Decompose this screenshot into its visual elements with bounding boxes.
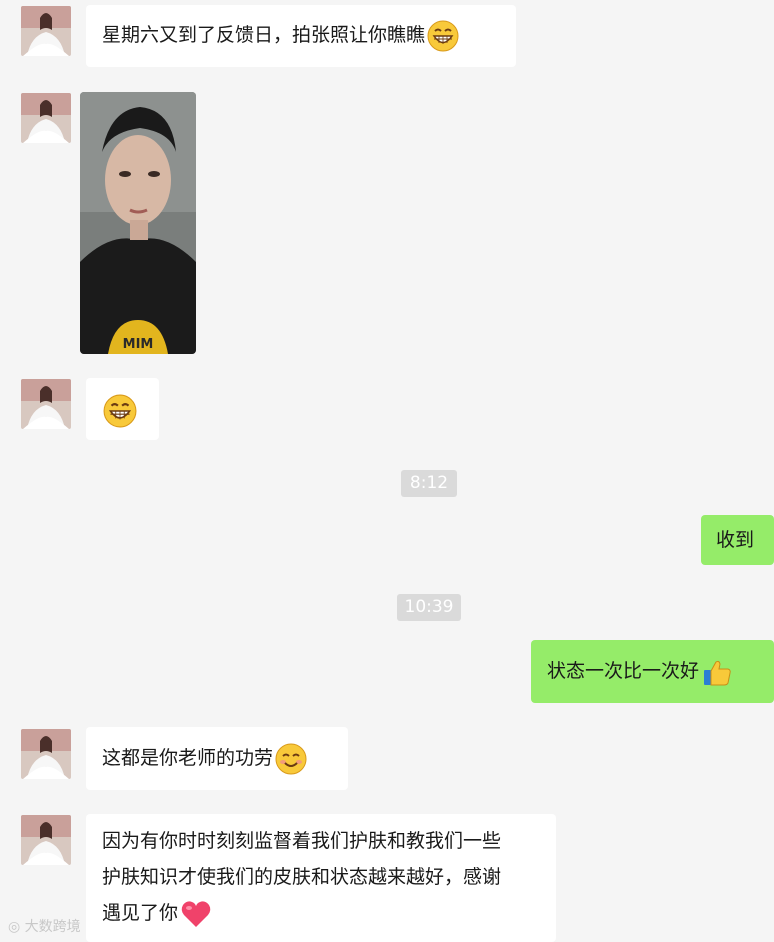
contact-avatar[interactable]: [21, 815, 71, 865]
contact-avatar[interactable]: [21, 729, 71, 779]
message-text: 这都是你老师的功劳: [102, 747, 274, 769]
grin-emoji-icon: [427, 20, 459, 52]
message-bubble[interactable]: 这都是你老师的功劳: [86, 727, 348, 790]
photo-shirt-text: MIM: [123, 337, 154, 352]
timestamp: 8:12: [401, 470, 457, 497]
message-bubble[interactable]: 星期六又到了反馈日，拍张照让你瞧瞧: [86, 5, 516, 67]
message-bubble[interactable]: 因为有你时时刻刻监督着我们护肤和教我们一些 护肤知识才使我们的皮肤和状态越来越好…: [86, 814, 556, 942]
message-line: 因为有你时时刻刻监督着我们护肤和教我们一些: [102, 830, 502, 852]
self-message-bubble[interactable]: 状态一次比一次好: [531, 640, 774, 703]
watermark-text: 大数跨境: [24, 919, 81, 935]
self-message-bubble[interactable]: 收到: [701, 515, 774, 565]
watermark: ◎ 大数跨境: [8, 916, 81, 936]
message-bubble[interactable]: [86, 378, 159, 440]
contact-avatar[interactable]: [21, 6, 71, 56]
photo-message[interactable]: MIM: [80, 92, 196, 354]
message-line: 护肤知识才使我们的皮肤和状态越来越好，感谢: [102, 866, 502, 888]
message-text: 收到: [716, 529, 755, 551]
message-text: 状态一次比一次好: [547, 660, 700, 682]
thumbs-up-icon: [701, 656, 733, 688]
grin-emoji-icon: [103, 394, 137, 428]
message-line: 遇见了你: [102, 902, 179, 924]
message-text: 星期六又到了反馈日，拍张照让你瞧瞧: [102, 24, 426, 46]
watermark-logo-icon: ◎: [8, 919, 21, 935]
contact-avatar[interactable]: [21, 379, 71, 429]
heart-emoji-icon: [180, 898, 212, 930]
timestamp: 10:39: [397, 594, 461, 621]
contact-avatar[interactable]: [21, 93, 71, 143]
smile-emoji-icon: [275, 743, 307, 775]
